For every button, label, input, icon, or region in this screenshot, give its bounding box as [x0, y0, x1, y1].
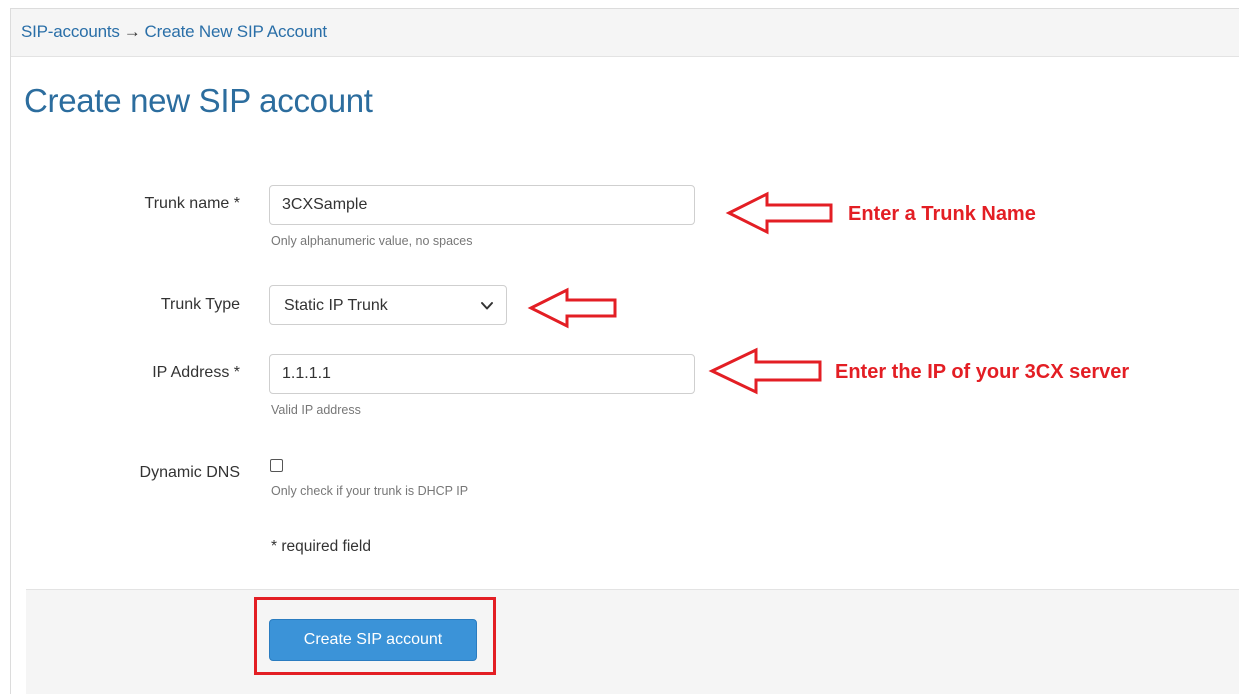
trunk-name-help: Only alphanumeric value, no spaces: [271, 234, 473, 248]
arrow-left-icon: [725, 191, 833, 235]
annotation-ip-address: Enter the IP of your 3CX server: [835, 361, 1130, 383]
form-actions-panel: [26, 589, 1239, 694]
trunk-name-input[interactable]: [269, 185, 695, 225]
trunk-type-select[interactable]: Static IP Trunk: [269, 285, 507, 325]
breadcrumb-current: Create New SIP Account: [144, 22, 328, 41]
ip-address-input[interactable]: [269, 354, 695, 394]
trunk-type-label: Trunk Type: [160, 296, 240, 313]
breadcrumb-link-sip-accounts[interactable]: SIP-accounts: [21, 22, 120, 41]
page-title: Create new SIP account: [24, 82, 373, 119]
chevron-down-icon: [481, 302, 493, 310]
trunk-type-selected-value: Static IP Trunk: [284, 297, 388, 314]
dynamic-dns-label: Dynamic DNS: [139, 464, 240, 481]
required-field-note: * required field: [271, 538, 371, 555]
ip-address-help: Valid IP address: [271, 403, 361, 417]
ip-address-label: IP Address *: [152, 364, 240, 381]
dynamic-dns-checkbox[interactable]: [270, 459, 283, 472]
arrow-left-icon: [527, 287, 617, 329]
annotation-trunk-name: Enter a Trunk Name: [848, 203, 1036, 225]
dynamic-dns-help: Only check if your trunk is DHCP IP: [271, 484, 469, 498]
arrow-left-icon: [708, 347, 822, 395]
breadcrumb-separator: →: [123, 22, 141, 41]
breadcrumb: SIP-accounts → Create New SIP Account: [11, 9, 1239, 57]
create-sip-account-button[interactable]: Create SIP account: [269, 619, 477, 661]
trunk-name-label: Trunk name *: [144, 195, 240, 212]
